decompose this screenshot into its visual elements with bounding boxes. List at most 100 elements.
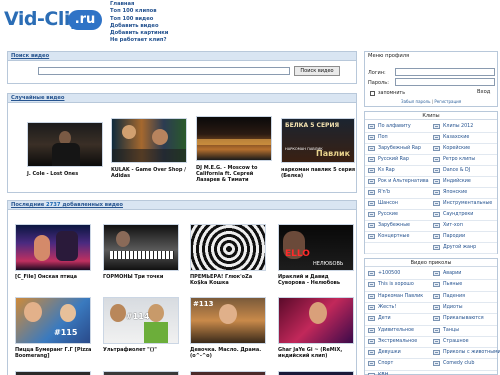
category-label: Зарубежные bbox=[378, 223, 411, 228]
category-label: This is хорошо bbox=[378, 282, 414, 288]
category-label: Зарубежный Rap bbox=[378, 146, 421, 151]
video-caption[interactable]: Ираклий и Давид Суворова - Нелюбовь bbox=[278, 274, 356, 286]
video-thumbnail[interactable]: #114 bbox=[103, 297, 179, 344]
nav-clip-broken[interactable]: Не работает клип? bbox=[110, 37, 230, 44]
category-label: Падения bbox=[443, 293, 465, 299]
row-divider bbox=[365, 301, 497, 303]
film-icon bbox=[368, 190, 375, 195]
latest-video-card[interactable]: Ghar JaYe Gi ~ (ReMiX, индийский клип) bbox=[278, 297, 356, 359]
row-divider bbox=[365, 143, 497, 144]
film-icon bbox=[368, 212, 375, 217]
film-icon bbox=[368, 327, 375, 333]
latest-video-card[interactable]: ПРЕМЬЕРА! Глюк'oZa Ko$ka Кошка bbox=[190, 224, 270, 286]
login-input[interactable] bbox=[395, 68, 495, 76]
search-input[interactable] bbox=[38, 67, 290, 75]
video-caption[interactable]: KULAK - Game Over Shop / Adidas bbox=[111, 167, 191, 179]
nav-home[interactable]: Главная bbox=[110, 1, 230, 8]
thumb-badge: #115 bbox=[54, 328, 78, 337]
site-logo[interactable]: Vid-Clip .ru bbox=[4, 6, 104, 32]
video-thumbnail[interactable] bbox=[278, 297, 354, 344]
nav-top-videos[interactable]: Топ 100 видео bbox=[110, 16, 230, 23]
film-icon bbox=[368, 361, 375, 367]
video-caption[interactable]: ГОРМОНЫ Три точки bbox=[103, 274, 183, 280]
thumb-overlay-sub: Павлик bbox=[316, 149, 351, 158]
film-icon bbox=[368, 234, 375, 239]
video-thumbnail[interactable] bbox=[103, 224, 179, 271]
video-caption[interactable]: Пицца Бумеранг Г.Г [Pizza Boomerang] bbox=[15, 347, 95, 359]
category-label: Жесть! bbox=[378, 304, 397, 310]
category-label: Экстремальное bbox=[378, 338, 418, 344]
category-label: КВН bbox=[378, 371, 388, 375]
random-video-card[interactable]: DJ M.E.G. - Moscow to California ft. Сер… bbox=[196, 116, 276, 184]
remember-label: запомнить bbox=[378, 91, 406, 96]
category-label: Поп bbox=[378, 135, 388, 140]
video-caption[interactable]: DJ M.E.G. - Moscow to California ft. Сер… bbox=[196, 165, 276, 184]
latest-videos-panel: Последние 2737 добавленных видео [C_File… bbox=[7, 200, 357, 375]
row-divider bbox=[365, 335, 497, 337]
video-thumbnail[interactable] bbox=[196, 116, 272, 161]
video-caption[interactable]: ПРЕМЬЕРА! Глюк'oZa Ko$ka Кошка bbox=[190, 274, 270, 286]
latest-video-card[interactable]: ELLO НЕЛЮБОВЬ Ираклий и Давид Суворова -… bbox=[278, 224, 356, 286]
row-divider bbox=[365, 279, 497, 281]
video-thumbnail[interactable] bbox=[111, 118, 187, 163]
password-input[interactable] bbox=[395, 78, 495, 86]
video-thumbnail[interactable]: #115 bbox=[15, 297, 91, 344]
category-label: Спорт bbox=[378, 361, 394, 367]
category-label: Другой жанр bbox=[443, 245, 477, 250]
video-caption[interactable]: наркоман павлик 5 серия (Белка) bbox=[281, 167, 357, 179]
search-button[interactable]: Поиск видео bbox=[294, 66, 340, 76]
video-caption[interactable]: Девочка. Масло. Драма. (o^-^o) bbox=[190, 347, 270, 359]
password-label: Пароль: bbox=[368, 80, 389, 86]
forgot-password-link[interactable]: Забыл пароль bbox=[401, 99, 430, 104]
remember-checkbox[interactable] bbox=[370, 91, 375, 96]
category-label: Концертные bbox=[378, 234, 410, 239]
film-icon bbox=[433, 179, 440, 184]
video-caption[interactable]: [C_File] Онская птица bbox=[15, 274, 95, 280]
video-caption[interactable]: J. Cole - Lost Ones bbox=[27, 171, 107, 177]
login-button[interactable]: Вход bbox=[477, 89, 490, 95]
category-label: Индийские bbox=[443, 179, 471, 184]
video-thumbnail[interactable]: ELLO НЕЛЮБОВЬ bbox=[278, 224, 354, 271]
video-thumbnail[interactable] bbox=[27, 122, 103, 167]
latest-video-card-partial[interactable] bbox=[103, 371, 179, 375]
latest-videos-title: Последние 2737 добавленных видео bbox=[8, 201, 356, 210]
film-icon bbox=[433, 304, 440, 310]
video-thumbnail[interactable] bbox=[15, 224, 91, 271]
film-icon bbox=[368, 201, 375, 206]
login-label: Логин: bbox=[368, 70, 386, 76]
random-video-card[interactable]: J. Cole - Lost Ones bbox=[27, 122, 107, 182]
latest-video-card[interactable]: ГОРМОНЫ Три точки bbox=[103, 224, 183, 286]
register-link[interactable]: Регистрация bbox=[434, 99, 461, 104]
film-icon bbox=[368, 168, 375, 173]
video-thumbnail[interactable]: БЕЛКА 5 СЕРИЯ НАРКОМАН ПАВЛИК Павлик bbox=[281, 118, 355, 163]
profile-links: Забыл пароль | Регистрация bbox=[401, 99, 461, 104]
row-divider bbox=[365, 253, 497, 254]
film-icon bbox=[433, 135, 440, 140]
category-label: Рок и Альтернатива bbox=[378, 179, 429, 184]
latest-video-card[interactable]: #114 Ультрафиолет "()" bbox=[103, 297, 183, 359]
random-video-card[interactable]: KULAK - Game Over Shop / Adidas bbox=[111, 118, 191, 182]
category-label: R'n'b bbox=[378, 190, 391, 195]
category-label: Страшное bbox=[443, 338, 469, 344]
video-caption[interactable]: Ультрафиолет "()" bbox=[103, 347, 183, 353]
search-row: Поиск видео bbox=[30, 66, 356, 76]
video-caption[interactable]: Ghar JaYe Gi ~ (ReMiX, индийский клип) bbox=[278, 347, 356, 359]
film-icon bbox=[433, 212, 440, 217]
nav-top-clips[interactable]: Топ 100 клипов bbox=[110, 8, 230, 15]
random-video-card[interactable]: БЕЛКА 5 СЕРИЯ НАРКОМАН ПАВЛИК Павлик нар… bbox=[281, 118, 357, 182]
latest-video-card-partial[interactable] bbox=[15, 371, 91, 375]
row-divider bbox=[365, 220, 497, 221]
latest-video-card[interactable]: [C_File] Онская птица bbox=[15, 224, 95, 286]
latest-video-card-partial[interactable] bbox=[278, 371, 354, 375]
thumb-overlay-title: БЕЛКА 5 СЕРИЯ bbox=[285, 122, 340, 129]
latest-video-card-partial[interactable] bbox=[190, 371, 266, 375]
video-thumbnail[interactable] bbox=[190, 224, 266, 271]
latest-count: 2737 bbox=[46, 202, 61, 208]
row-divider bbox=[365, 132, 497, 133]
film-icon bbox=[368, 271, 375, 276]
latest-video-card[interactable]: #113 Девочка. Масло. Драма. (o^-^o) bbox=[190, 297, 270, 359]
film-icon bbox=[433, 350, 440, 356]
site-header: Vid-Clip .ru Главная Топ 100 клипов Топ … bbox=[0, 0, 500, 48]
video-thumbnail[interactable]: #113 bbox=[190, 297, 266, 344]
latest-video-card[interactable]: #115 Пицца Бумеранг Г.Г [Pizza Boomerang… bbox=[15, 297, 95, 359]
